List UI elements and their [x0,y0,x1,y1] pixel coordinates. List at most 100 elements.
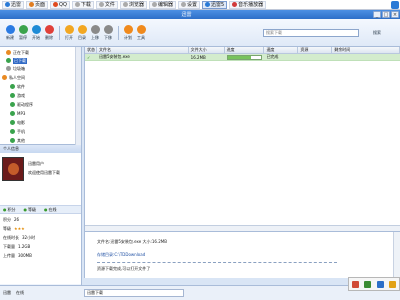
delete-icon [44,24,54,34]
xunlei-icon [5,2,10,7]
tree-item-private[interactable]: 私人空间 [2,74,25,81]
folder-icon [77,24,87,34]
window-title: 迅雷 [181,12,192,18]
tree-item-mobile[interactable]: 手机 [10,128,25,135]
check-icon [6,58,11,63]
pause-button[interactable]: 暂停 [17,24,29,41]
table-row[interactable]: ✓ 迅雷5安装包.exe 16.2MB 已完成 [85,54,400,61]
schedule-button[interactable]: 计划 [122,24,134,41]
progress-fill [227,55,252,59]
taskbar-item-browser[interactable]: 浏览器 [119,0,147,9]
page-icon [29,2,35,7]
trash-icon [6,66,11,71]
close-button[interactable]: × [391,11,399,18]
divider [97,262,337,263]
level-stars: ★★★ [14,226,25,231]
stat-online[interactable]: 在线 [44,207,57,213]
open-button[interactable]: 打开 [63,24,75,41]
tools-icon [136,24,146,34]
cell-filename: 迅雷5安装包.exe [98,54,130,59]
status-input[interactable]: 迅雷下载 [84,289,184,297]
stat-points[interactable]: 积分 [3,207,16,213]
tree-scrollbar[interactable] [75,47,81,145]
open-icon [64,24,74,34]
taskbar-item-editor[interactable]: 编辑器 [148,0,176,9]
category-tree: 正在下载 已下载 垃圾箱 私人空间 软件 游戏 驱动程序 MP3 电影 手机 其… [0,47,81,145]
new-task-button[interactable]: 新建 [4,24,16,41]
xunlei-icon [204,2,210,7]
status-online[interactable]: 在线 [16,290,24,296]
tree-item-software[interactable]: 软件 [10,83,25,90]
category-icon [10,111,15,116]
search-button[interactable]: 搜索 [373,29,397,37]
security-icon[interactable] [389,280,397,288]
info-vertical-scrollbar[interactable] [393,232,400,279]
cell-speed: 已完成 [266,54,279,59]
system-tray [348,277,400,291]
download-arrow-icon [6,50,11,55]
toolbar-separator [59,25,60,40]
file-icon [98,2,104,7]
arrow-down-icon [103,24,113,34]
tree-item-downloading[interactable]: 正在下载 [6,49,29,56]
search-input[interactable]: 搜索下载 [263,29,359,37]
column-header-progress[interactable]: 进度 [225,47,265,53]
network-icon[interactable] [364,280,372,288]
tree-item-other[interactable]: 其他 [10,137,25,144]
taskbar-item-music[interactable]: 音乐播放器 [229,0,267,9]
music-icon [232,2,238,7]
maximize-button[interactable]: □ [382,11,390,18]
avatar[interactable] [2,157,24,181]
cell-progress [225,54,265,60]
folder-icon [2,75,7,80]
tree-item-mp3[interactable]: MP3 [10,110,25,117]
column-header-speed[interactable]: 速度 [264,47,299,53]
tree-item-drivers[interactable]: 驱动程序 [10,101,33,108]
taskbar-item-download[interactable]: 下载 [71,0,94,9]
column-header-status[interactable]: 状态 [85,47,97,53]
app-logo-icon[interactable] [391,1,399,9]
tree-item-completed[interactable]: 已下载 [6,57,27,64]
taskbar-item-xunlei5[interactable]: 迅雷5 [201,0,228,9]
stat-level[interactable]: 等级 [24,207,36,213]
left-panel: 正在下载 已下载 垃圾箱 私人空间 软件 游戏 驱动程序 MP3 电影 手机 其… [0,47,82,294]
info-row: 下载量 1.2GB [3,244,31,249]
tree-item-games[interactable]: 游戏 [10,92,25,99]
new-icon [5,24,15,34]
start-button[interactable]: 开始 [30,24,42,41]
volume-icon[interactable] [376,280,384,288]
folder-button[interactable]: 目录 [76,24,88,41]
info-row: 积分 26 [3,217,20,222]
taskbar-item-settings[interactable]: 设置 [177,0,200,9]
status-app[interactable]: 迅雷 [3,290,11,296]
info-row: 上传量 300MB [3,253,32,258]
move-down-button[interactable]: 下移 [102,24,114,41]
taskbar-item-qq[interactable]: QQ [50,0,70,9]
minimize-button[interactable]: _ [373,11,381,18]
tree-item-trash[interactable]: 垃圾箱 [6,65,25,72]
category-icon [10,129,15,134]
tools-button[interactable]: 工具 [135,24,147,41]
profile-description: 欢迎使用迅雷下载 [28,170,60,175]
browser-icon [122,2,128,7]
column-header-remaining[interactable]: 剩余时间 [332,47,400,53]
pause-icon [18,24,28,34]
delete-button[interactable]: 删除 [43,24,55,41]
info-line-directory[interactable]: 存储目录:C:\TDDownload [97,252,145,258]
status-bar: 迅雷 在线 迅雷下载 [0,285,400,300]
input-method-icon[interactable] [351,280,359,288]
window-titlebar: 迅雷 _ □ × [0,10,400,19]
column-header-resources[interactable]: 资源 [298,47,333,53]
arrow-up-icon [90,24,100,34]
taskbar-item-xunlei[interactable]: 迅雷 [2,0,25,9]
taskbar-item-file[interactable]: 文件 [95,0,118,9]
task-table: 状态 文件名 文件大小 进度 速度 资源 剩余时间 ✓ 迅雷5安装包.exe 1… [84,47,400,231]
tree-item-movies[interactable]: 电影 [10,119,25,126]
column-header-filename[interactable]: 文件名 [97,47,189,53]
completed-check-icon: ✓ [87,54,91,60]
taskbar-item-page[interactable]: 页面 [26,0,49,9]
settings-icon [180,2,186,7]
profile-card: 迅雷用户 欢迎使用迅雷下载 [0,153,81,205]
column-header-size[interactable]: 文件大小 [189,47,225,53]
move-up-button[interactable]: 上移 [89,24,101,41]
